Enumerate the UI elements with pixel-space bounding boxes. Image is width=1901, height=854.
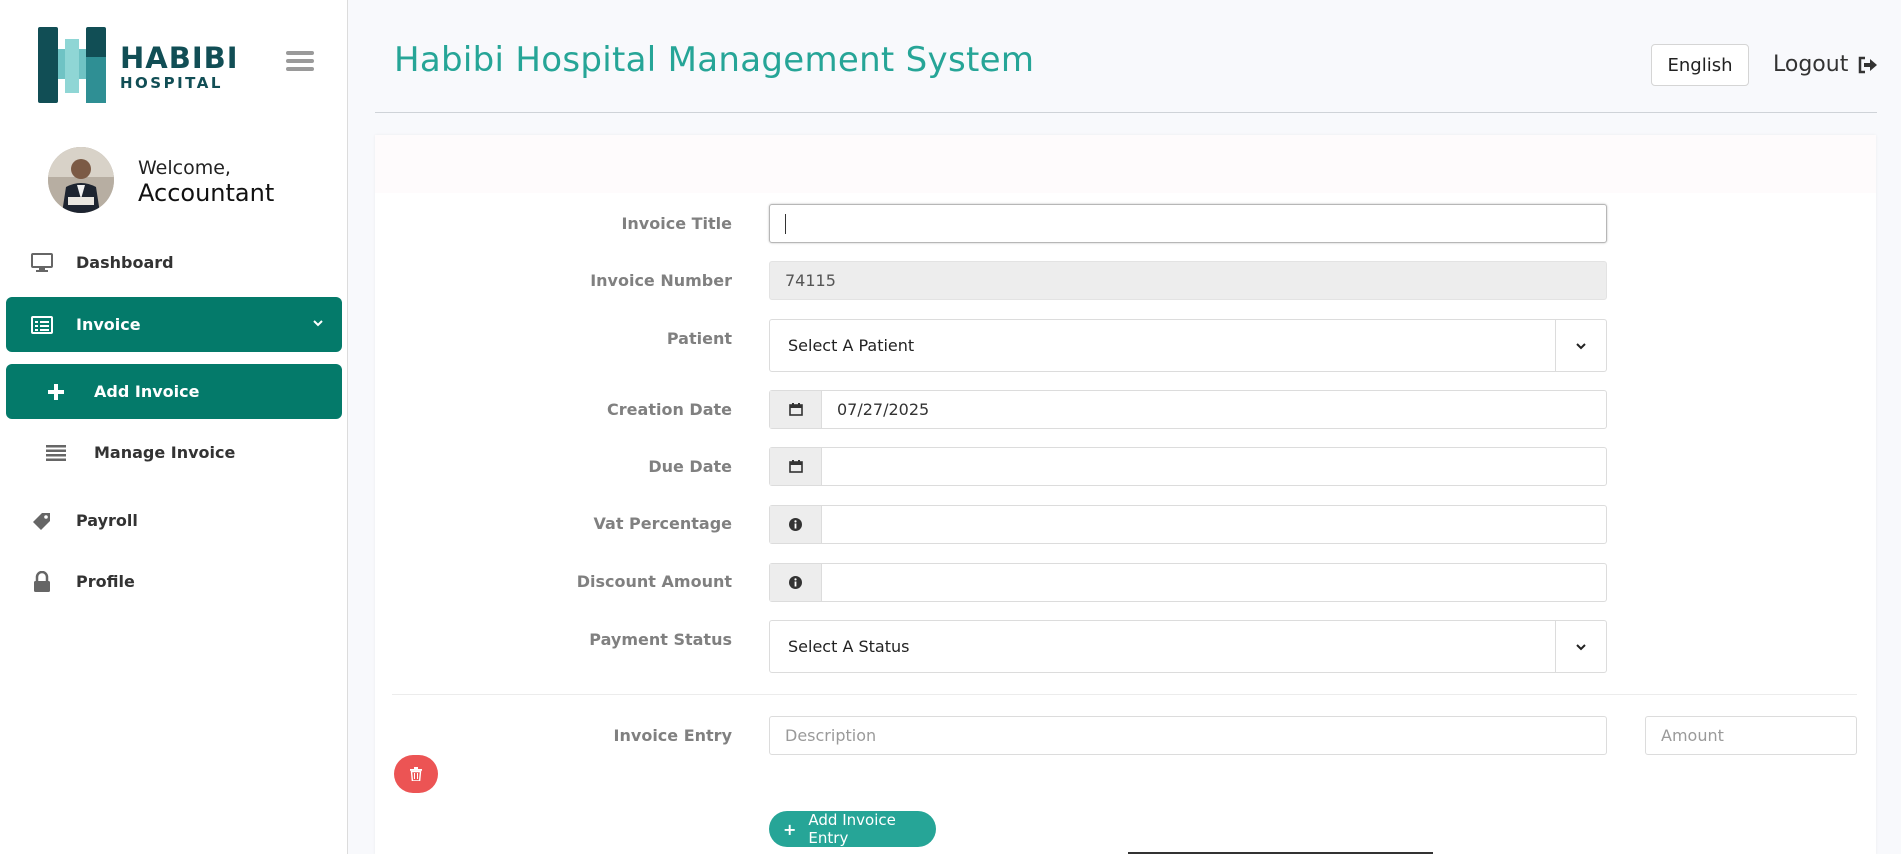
calendar-icon[interactable] (770, 448, 822, 485)
invoice-number-label: Invoice Number (590, 271, 732, 290)
sidebar-item-label: Dashboard (76, 253, 174, 272)
sign-out-icon (1859, 56, 1878, 73)
sidebar-item-manage-invoice[interactable]: Manage Invoice (6, 425, 342, 480)
chevron-down-icon[interactable] (1555, 621, 1606, 672)
discount-amount-input[interactable] (769, 563, 1607, 602)
invoice-title-input[interactable] (769, 204, 1607, 243)
invoice-number-input: 74115 (769, 261, 1607, 300)
page-title: Habibi Hospital Management System (394, 40, 1035, 80)
description-placeholder: Description (785, 726, 877, 745)
sidebar-item-label: Add Invoice (94, 382, 200, 401)
logo-subtitle: HOSPITAL (120, 74, 223, 92)
monitor-icon (30, 251, 54, 275)
payment-status-value: Select A Status (788, 637, 910, 656)
text-cursor (785, 214, 786, 234)
chevron-down-icon (313, 320, 323, 327)
description-input[interactable]: Description (769, 716, 1607, 755)
invoice-icon (30, 313, 54, 337)
sidebar-item-label: Profile (76, 572, 135, 591)
plus-icon (44, 380, 68, 404)
card-header (375, 135, 1876, 193)
info-icon (770, 506, 822, 543)
plus-icon: + (783, 819, 797, 839)
calendar-icon[interactable] (770, 391, 822, 428)
info-icon (770, 564, 822, 601)
sidebar-item-invoice[interactable]: Invoice (6, 297, 342, 352)
delete-entry-button[interactable] (394, 755, 438, 793)
sidebar-item-label: Invoice (76, 315, 141, 334)
payment-status-label: Payment Status (589, 630, 732, 649)
patient-select[interactable]: Select A Patient (769, 319, 1607, 372)
invoice-entry-label: Invoice Entry (613, 726, 732, 745)
discount-amount-label: Discount Amount (576, 572, 732, 591)
lock-icon (30, 570, 54, 594)
sidebar-item-label: Payroll (76, 511, 138, 530)
sidebar: HABIBI HOSPITAL Welcome, Accountant Dash… (0, 0, 348, 854)
sidebar-item-profile[interactable]: Profile (6, 554, 342, 609)
avatar (48, 147, 114, 213)
creation-date-label: Creation Date (607, 400, 732, 419)
vat-percentage-input[interactable] (769, 505, 1607, 544)
due-date-input[interactable] (769, 447, 1607, 486)
patient-label: Patient (666, 329, 732, 348)
logout-button[interactable]: Logout (1773, 52, 1878, 77)
trash-icon (410, 767, 422, 781)
add-invoice-entry-button[interactable]: + Add Invoice Entry (769, 811, 936, 847)
chevron-down-icon[interactable] (1555, 320, 1606, 371)
sidebar-item-add-invoice[interactable]: Add Invoice (6, 364, 342, 419)
creation-date-input[interactable]: 07/27/2025 (769, 390, 1607, 429)
due-date-label: Due Date (648, 457, 732, 476)
list-icon (44, 441, 68, 465)
welcome-text: Welcome, (138, 157, 231, 179)
amount-input[interactable]: Amount (1645, 716, 1857, 755)
add-invoice-entry-label: Add Invoice Entry (808, 811, 896, 847)
tag-icon (30, 509, 54, 533)
header-divider (375, 112, 1877, 113)
creation-date-value: 07/27/2025 (837, 400, 930, 419)
menu-toggle-icon[interactable] (286, 51, 314, 71)
logo-mark-icon (38, 27, 106, 103)
payment-status-select[interactable]: Select A Status (769, 620, 1607, 673)
vat-percentage-label: Vat Percentage (593, 514, 732, 533)
patient-select-value: Select A Patient (788, 336, 915, 355)
logo-title: HABIBI (120, 41, 239, 75)
logout-label: Logout (1773, 52, 1849, 77)
amount-placeholder: Amount (1661, 726, 1724, 745)
sidebar-item-label: Manage Invoice (94, 443, 236, 462)
sidebar-item-dashboard[interactable]: Dashboard (6, 235, 342, 290)
language-button[interactable]: English (1651, 44, 1749, 86)
invoice-title-label: Invoice Title (621, 214, 732, 233)
invoice-number-value: 74115 (785, 271, 836, 290)
user-name: Accountant (138, 179, 275, 207)
sidebar-item-payroll[interactable]: Payroll (6, 493, 342, 548)
hospital-logo[interactable]: HABIBI HOSPITAL (38, 27, 238, 103)
section-divider (392, 694, 1857, 695)
